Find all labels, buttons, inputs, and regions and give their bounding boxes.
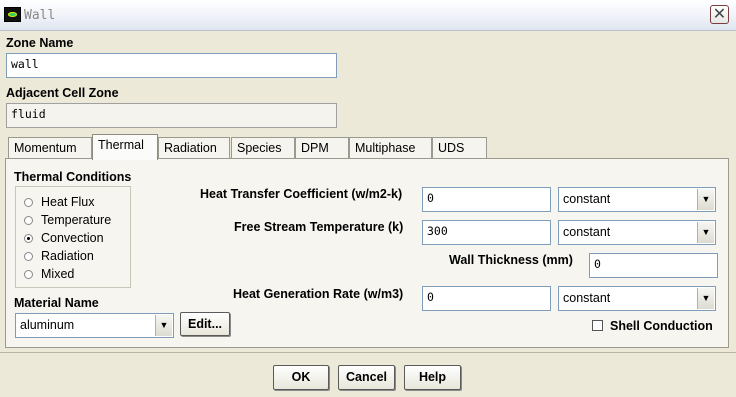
shell-conduction-label: Shell Conduction <box>610 319 713 333</box>
chevron-down-icon[interactable]: ▼ <box>697 288 714 309</box>
edit-material-button[interactable]: Edit... <box>180 312 230 336</box>
wall-thickness-label: Wall Thickness (mm) <box>449 253 573 267</box>
radio-button-selected-icon <box>24 234 33 243</box>
tab-thermal[interactable]: Thermal <box>92 134 158 160</box>
zone-name-input[interactable]: wall <box>6 53 337 78</box>
tab-uds[interactable]: UDS <box>432 137 487 159</box>
ok-button[interactable]: OK <box>273 365 329 390</box>
app-icon <box>4 7 21 22</box>
title-bar[interactable]: Wall ✕ <box>0 0 736 31</box>
tab-radiation[interactable]: Radiation <box>158 137 230 159</box>
chevron-down-icon[interactable]: ▼ <box>697 189 714 210</box>
wall-thickness-input[interactable]: 0 <box>589 253 718 278</box>
htc-method-dropdown[interactable]: constant ▼ <box>558 187 716 212</box>
tab-species[interactable]: Species <box>231 137 295 159</box>
chevron-down-icon[interactable]: ▼ <box>697 222 714 243</box>
chevron-down-icon[interactable]: ▼ <box>155 315 172 336</box>
button-row-separator <box>0 352 736 353</box>
heat-gen-method-value: constant <box>563 291 611 305</box>
radio-label: Heat Flux <box>41 195 95 209</box>
free-stream-temp-input[interactable]: 300 <box>422 220 551 245</box>
adjacent-cell-zone-label: Adjacent Cell Zone <box>6 86 119 100</box>
adjacent-cell-zone-field: fluid <box>6 103 337 128</box>
radio-label: Radiation <box>41 249 94 263</box>
material-name-label: Material Name <box>14 296 99 310</box>
cancel-button[interactable]: Cancel <box>338 365 395 390</box>
help-button[interactable]: Help <box>404 365 461 390</box>
window-title: Wall <box>24 8 56 23</box>
htc-input[interactable]: 0 <box>422 187 551 212</box>
htc-method-value: constant <box>563 192 611 206</box>
radio-button-icon <box>24 216 33 225</box>
heat-gen-method-dropdown[interactable]: constant ▼ <box>558 286 716 311</box>
radio-label: Mixed <box>41 267 75 281</box>
htc-label: Heat Transfer Coefficient (w/m2-k) <box>200 187 403 201</box>
tab-dpm[interactable]: DPM <box>295 137 349 159</box>
zone-name-label: Zone Name <box>6 36 74 50</box>
radio-button-icon <box>24 252 33 261</box>
heat-gen-label: Heat Generation Rate (w/m3) <box>233 287 404 301</box>
radio-label: Convection <box>41 231 104 245</box>
radio-button-icon <box>24 198 33 207</box>
close-icon[interactable]: ✕ <box>710 5 729 24</box>
shell-conduction-checkbox[interactable] <box>592 320 603 331</box>
free-stream-method-dropdown[interactable]: constant ▼ <box>558 220 716 245</box>
free-stream-temp-label: Free Stream Temperature (k) <box>234 220 404 234</box>
material-dropdown[interactable]: aluminum ▼ <box>15 313 174 338</box>
thermal-conditions-label: Thermal Conditions <box>14 170 132 184</box>
radio-button-icon <box>24 270 33 279</box>
tab-momentum[interactable]: Momentum <box>8 137 92 159</box>
radio-label: Temperature <box>41 213 112 227</box>
tab-multiphase[interactable]: Multiphase <box>349 137 432 159</box>
free-stream-method-value: constant <box>563 225 611 239</box>
heat-gen-input[interactable]: 0 <box>422 286 551 311</box>
material-value: aluminum <box>20 318 75 332</box>
